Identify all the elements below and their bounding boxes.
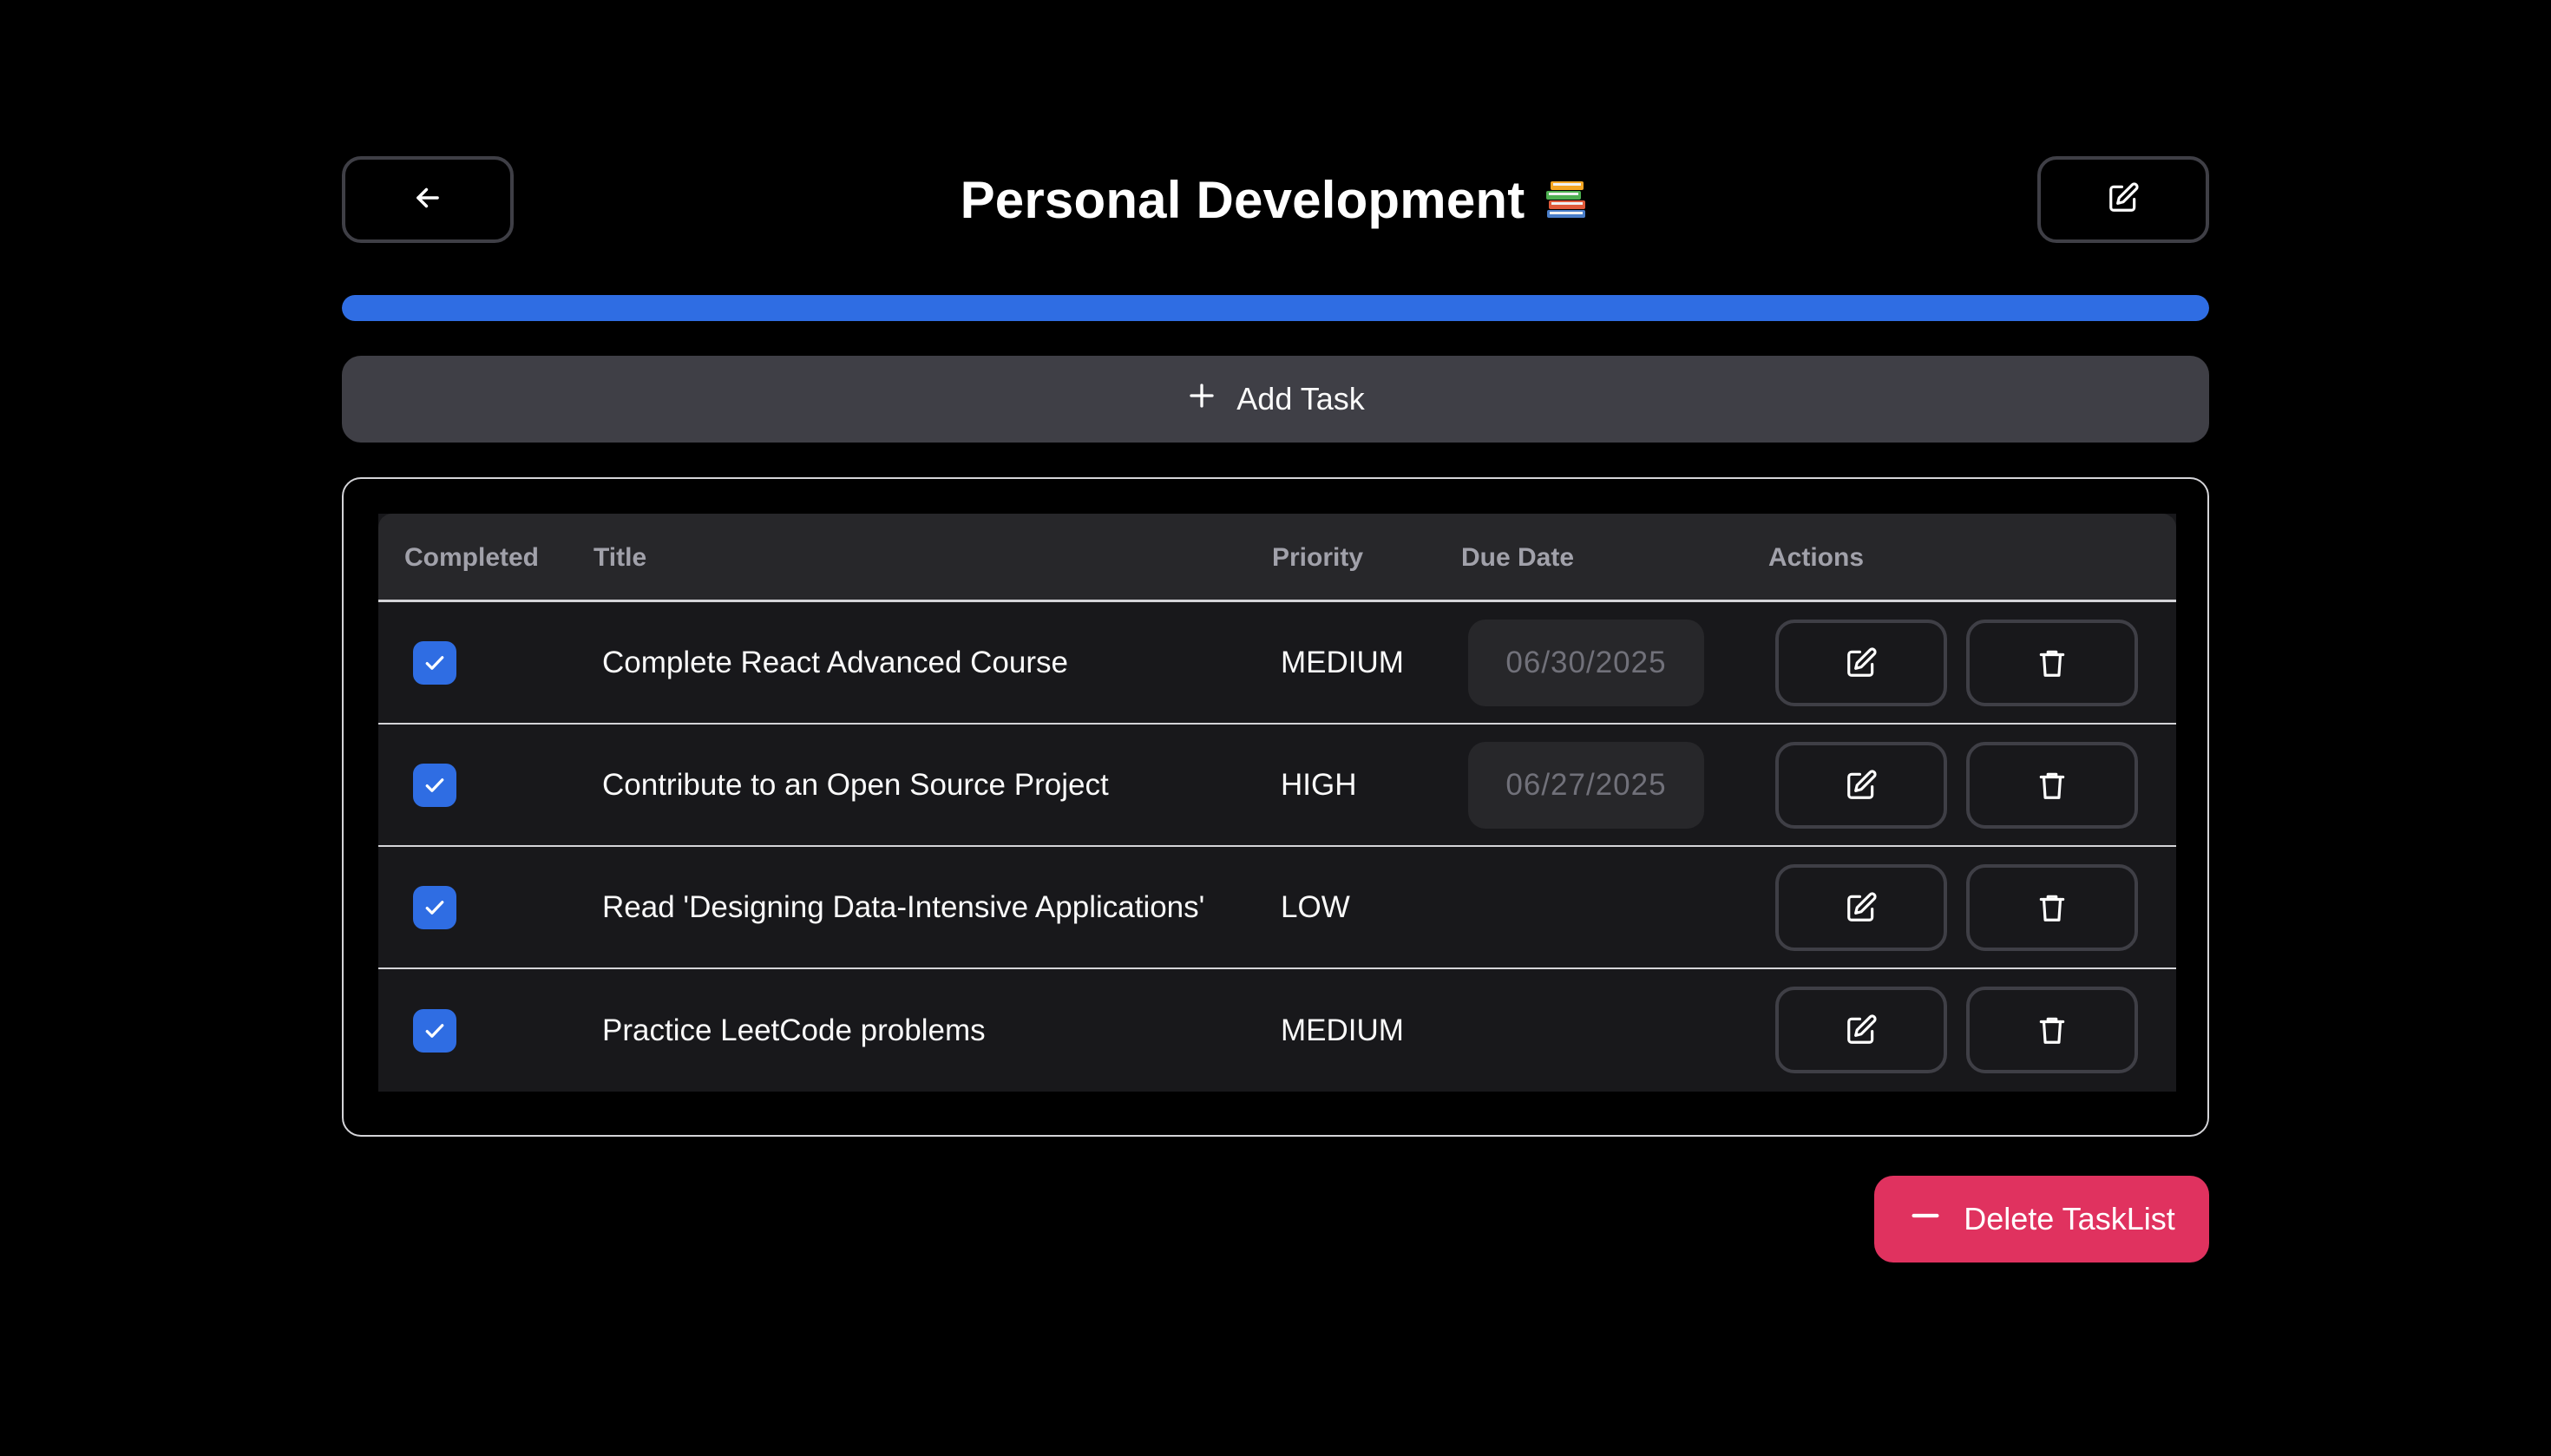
task-priority: MEDIUM [1281,645,1404,679]
completed-checkbox[interactable] [413,763,456,807]
table-row: Contribute to an Open Source Project HIG… [378,725,2176,847]
tasklist-container: Personal Development Add Task Completed … [342,156,2209,1263]
progress-bar-fill [342,295,2209,321]
column-header-due-date: Due Date [1461,543,1575,572]
delete-task-button[interactable] [1966,864,2138,951]
delete-task-button[interactable] [1966,742,2138,829]
pencil-square-icon [1845,891,1878,924]
edit-task-button[interactable] [1775,620,1947,706]
trash-icon [2036,891,2069,924]
check-icon [422,895,448,921]
task-table: Completed Title Priority Due Date Action… [378,514,2176,1092]
table-row: Read 'Designing Data-Intensive Applicati… [378,847,2176,969]
delete-tasklist-button[interactable]: Delete TaskList [1874,1176,2209,1263]
delete-tasklist-label: Delete TaskList [1964,1201,2175,1236]
completed-cell [413,969,456,1092]
pencil-square-icon [1845,646,1878,679]
column-header-actions: Actions [1768,543,1865,572]
column-header-priority: Priority [1272,543,1364,572]
task-title: Practice LeetCode problems [602,1013,986,1047]
table-body: Complete React Advanced Course MEDIUM 06… [378,602,2176,1092]
pencil-square-icon [1845,1013,1878,1046]
app-root: Personal Development Add Task Completed … [0,0,2551,1456]
task-priority: HIGH [1281,767,1357,802]
due-date-cell: 06/27/2025 [1468,725,1704,845]
task-title: Complete React Advanced Course [602,645,1068,679]
task-title: Read 'Designing Data-Intensive Applicati… [602,889,1205,924]
edit-tasklist-button[interactable] [2037,156,2209,243]
check-icon [422,772,448,798]
add-task-label: Add Task [1236,381,1365,416]
table-header: Completed Title Priority Due Date Action… [378,514,2176,602]
task-priority: LOW [1281,889,1350,924]
task-table-card: Completed Title Priority Due Date Action… [342,477,2209,1137]
completed-checkbox[interactable] [413,1008,456,1053]
table-row: Complete React Advanced Course MEDIUM 06… [378,602,2176,725]
completed-cell [413,602,456,723]
check-icon [422,1018,448,1044]
table-row: Practice LeetCode problems MEDIUM [378,969,2176,1092]
column-header-completed: Completed [404,543,540,572]
delete-task-button[interactable] [1966,620,2138,706]
due-date-input[interactable]: 06/30/2025 [1468,619,1704,706]
task-title: Contribute to an Open Source Project [602,767,1109,802]
books-emoji-icon [1542,175,1590,224]
pencil-square-icon [2107,181,2140,219]
due-date-cell: 06/30/2025 [1468,602,1704,723]
page-title-text: Personal Development [960,170,1525,229]
progress-bar [342,295,2209,321]
edit-task-button[interactable] [1775,987,1947,1073]
edit-task-button[interactable] [1775,864,1947,951]
trash-icon [2036,1013,2069,1046]
task-priority: MEDIUM [1281,1013,1404,1047]
completed-cell [413,847,456,967]
pencil-square-icon [1845,769,1878,802]
completed-cell [413,725,456,845]
plus-icon [1186,380,1236,419]
completed-checkbox[interactable] [413,640,456,685]
trash-icon [2036,769,2069,802]
edit-task-button[interactable] [1775,742,1947,829]
delete-task-button[interactable] [1966,987,2138,1073]
trash-icon [2036,646,2069,679]
add-task-button[interactable]: Add Task [342,356,2209,443]
page-title: Personal Development [342,156,2209,243]
header: Personal Development [342,156,2209,243]
column-header-title: Title [593,543,647,572]
due-date-input[interactable]: 06/27/2025 [1468,741,1704,829]
check-icon [422,650,448,676]
completed-checkbox[interactable] [413,885,456,929]
minus-icon [1908,1198,1964,1241]
